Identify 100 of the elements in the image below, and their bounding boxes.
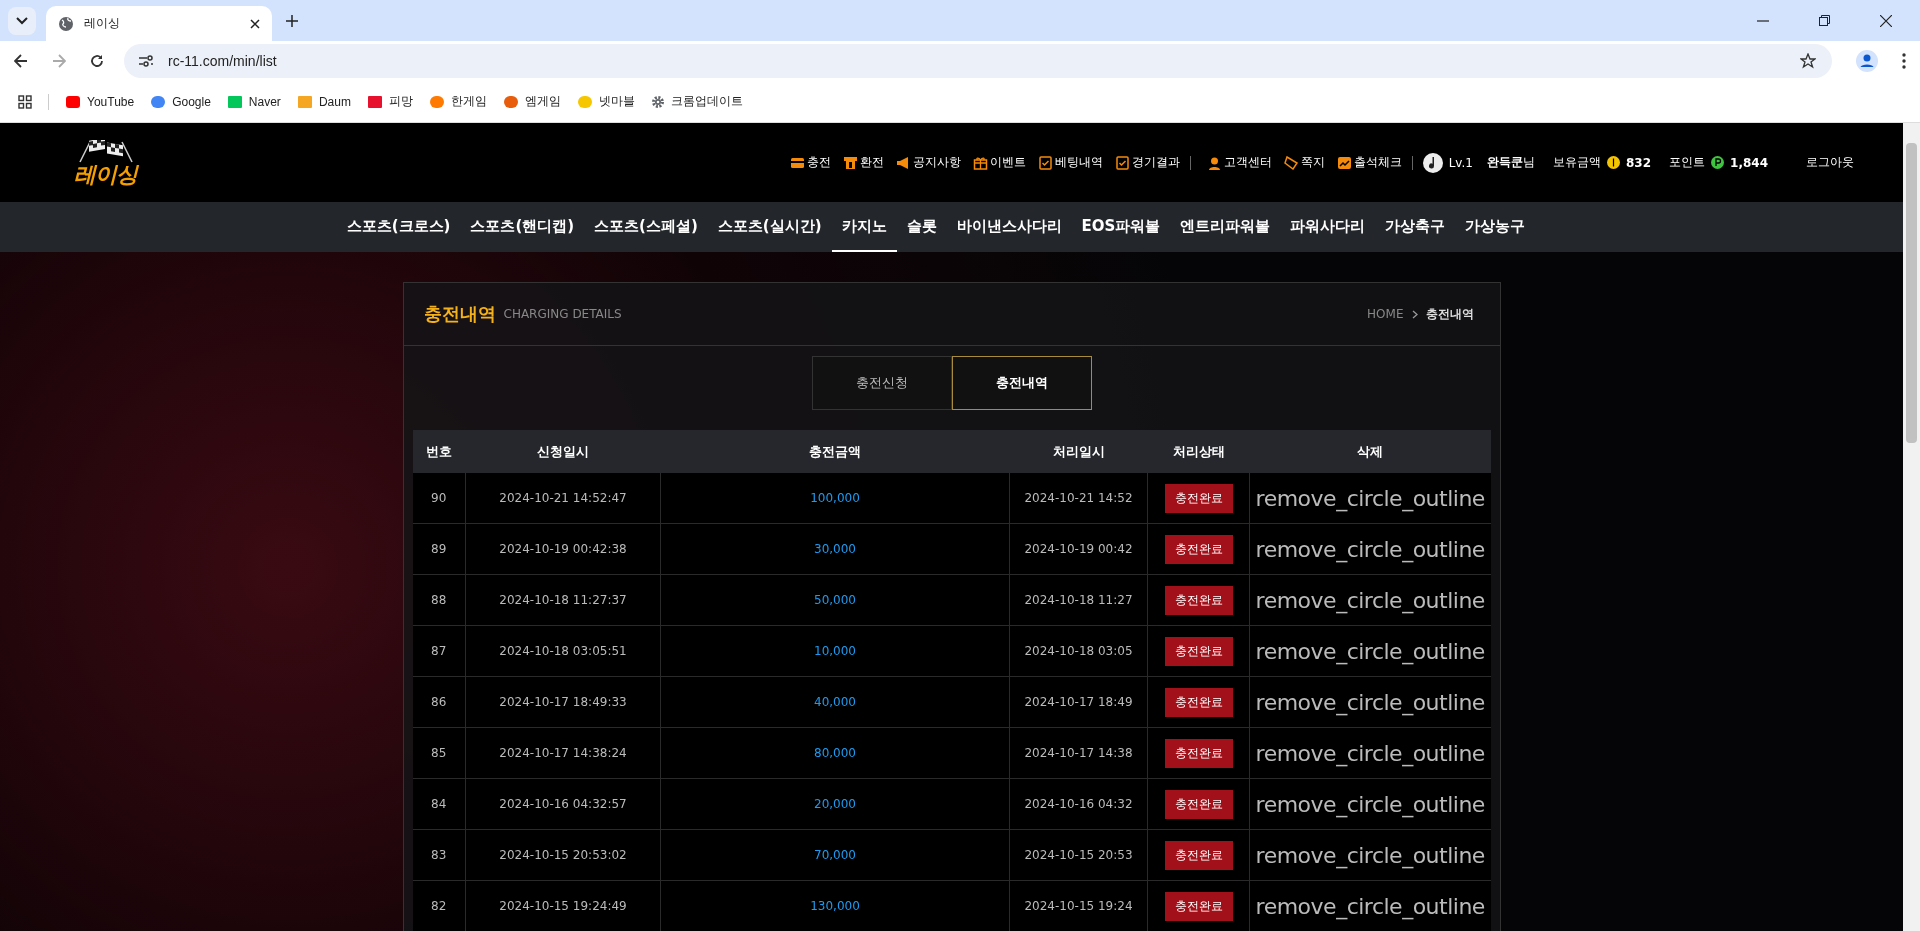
- header-link[interactable]: 쪽지: [1283, 154, 1325, 171]
- bookmark[interactable]: Naver: [226, 94, 281, 109]
- table-cell: 2024-10-15 20:53: [1009, 829, 1148, 881]
- site-favicon-icon: [150, 94, 167, 109]
- bookmark[interactable]: Google: [150, 94, 211, 109]
- column-header: 충전금액: [660, 430, 1010, 473]
- minimize-icon[interactable]: [1757, 19, 1769, 22]
- points-value: 1,844: [1730, 155, 1768, 170]
- column-header: 처리상태: [1147, 430, 1250, 473]
- browser-tab[interactable]: 레이싱: [46, 6, 272, 41]
- table-cell: 84: [412, 778, 466, 830]
- headset-person-icon: [1206, 155, 1222, 170]
- nav-tab[interactable]: 카지노: [831, 202, 897, 252]
- header-link[interactable]: 베팅내역: [1037, 154, 1103, 171]
- table-cell: 2024-10-18 11:27: [1009, 574, 1148, 626]
- coin-icon: [1606, 156, 1620, 169]
- table-cell: 2024-10-18 03:05:51: [465, 625, 661, 677]
- table-cell: 50,000: [660, 574, 1010, 626]
- site-settings-icon[interactable]: [138, 54, 154, 68]
- panel-tab[interactable]: 충전신청: [811, 356, 952, 410]
- profile-icon[interactable]: [1856, 50, 1878, 72]
- nav-tab[interactable]: EOS파워볼: [1071, 202, 1171, 252]
- checklist-icon: [1037, 155, 1053, 170]
- scrollbar[interactable]: [1903, 123, 1920, 931]
- close-icon[interactable]: [250, 18, 260, 29]
- points-icon: [1711, 156, 1725, 169]
- column-header: 번호: [412, 430, 466, 473]
- chart-check-icon: [1336, 155, 1352, 170]
- nav-tab[interactable]: 스포츠(스페셜): [584, 202, 708, 252]
- site-favicon-icon: [296, 94, 313, 109]
- back-arrow-icon[interactable]: [14, 54, 28, 68]
- breadcrumb-item[interactable]: HOME: [1367, 307, 1404, 321]
- table-cell: 40,000: [660, 676, 1010, 728]
- table-cell: 2024-10-17 18:49:33: [465, 676, 661, 728]
- bookmark[interactable]: YouTube: [65, 94, 135, 109]
- header-link[interactable]: 충전: [789, 154, 831, 171]
- header-link[interactable]: 출석체크: [1336, 154, 1402, 171]
- nav-tab[interactable]: 슬롯: [896, 202, 947, 252]
- bookmark[interactable]: 피망: [366, 93, 413, 110]
- column-header: 처리일시: [1009, 430, 1148, 473]
- site-favicon-icon: [576, 94, 593, 109]
- table-cell: 10,000: [660, 625, 1010, 677]
- site-logo[interactable]: 레이싱: [74, 139, 137, 186]
- site-favicon-icon: [65, 94, 81, 109]
- nav-tab[interactable]: 가상축구: [1375, 202, 1456, 252]
- status-badge: 충전완료: [1164, 687, 1233, 717]
- nav-tab[interactable]: 스포츠(핸디캡): [460, 202, 585, 252]
- checklist-icon: [1114, 155, 1130, 170]
- tab-search-button[interactable]: [8, 6, 36, 35]
- atm-icon: [842, 155, 858, 170]
- table-cell: 87: [412, 625, 466, 677]
- status-badge: 충전완료: [1164, 483, 1233, 513]
- site-favicon-icon: [428, 94, 445, 109]
- star-icon[interactable]: [1800, 53, 1816, 69]
- header-link[interactable]: 환전: [842, 154, 884, 171]
- header-link[interactable]: 고객센터: [1206, 154, 1272, 171]
- nav-tab[interactable]: 스포츠(실시간): [707, 202, 832, 252]
- gear-icon: [650, 94, 665, 109]
- address-bar[interactable]: rc-11.com/min/list: [124, 44, 1832, 78]
- table-cell: 2024-10-15 19:24:49: [465, 880, 661, 931]
- close-icon[interactable]: [1880, 14, 1892, 27]
- table-cell: 82: [412, 880, 466, 931]
- nav-tab[interactable]: 엔트리파워볼: [1170, 202, 1281, 252]
- nav-tab[interactable]: 스포츠(크로스): [336, 202, 461, 252]
- bookmark[interactable]: 한게임: [428, 93, 487, 110]
- balance-value: 832: [1625, 155, 1652, 170]
- bookmark[interactable]: 넷마블: [576, 93, 635, 110]
- nav-tab[interactable]: 가상농구: [1455, 202, 1536, 252]
- bookmark[interactable]: 크롬업데이트: [650, 93, 743, 110]
- table-cell: 2024-10-21 14:52:47: [465, 473, 661, 524]
- new-tab-icon[interactable]: [286, 14, 298, 27]
- table-cell: 2024-10-16 04:32:57: [465, 778, 661, 830]
- chevron-down-icon: [16, 16, 28, 25]
- table-cell: 2024-10-15 20:53:02: [465, 829, 661, 881]
- header-link[interactable]: 이벤트: [972, 154, 1026, 171]
- status-badge: 충전완료: [1164, 636, 1233, 666]
- breadcrumb-item: 충전내역: [1425, 305, 1474, 323]
- header-link[interactable]: 공지사항: [895, 154, 961, 171]
- table-cell: 80,000: [660, 727, 1010, 779]
- reload-icon[interactable]: [90, 54, 104, 68]
- table-cell: 2024-10-17 14:38: [1009, 727, 1148, 779]
- user-name: 완득쿤님: [1486, 154, 1535, 171]
- logout-link[interactable]: 로그아웃: [1800, 153, 1860, 172]
- menu-icon[interactable]: [1902, 53, 1906, 69]
- bookmark[interactable]: 엠게임: [502, 93, 561, 110]
- table-cell: 86: [412, 676, 466, 728]
- nav-tab[interactable]: 바이낸스사다리: [946, 202, 1072, 252]
- column-header: 삭제: [1249, 430, 1491, 473]
- globe-icon: [58, 15, 74, 32]
- header-link[interactable]: 경기결과: [1114, 154, 1180, 171]
- scrollbar-thumb[interactable]: [1906, 143, 1917, 443]
- table-cell: 2024-10-19 00:42: [1009, 523, 1148, 575]
- table-cell: 85: [412, 727, 466, 779]
- bookmark[interactable]: Daum: [296, 94, 351, 109]
- apps-grid-icon[interactable]: [18, 94, 32, 109]
- panel-tab[interactable]: 충전내역: [951, 356, 1092, 410]
- nav-tab[interactable]: 파워사다리: [1280, 202, 1376, 252]
- status-badge: 충전완료: [1164, 534, 1233, 564]
- site-favicon-icon: [502, 94, 519, 109]
- restore-icon[interactable]: [1819, 15, 1830, 26]
